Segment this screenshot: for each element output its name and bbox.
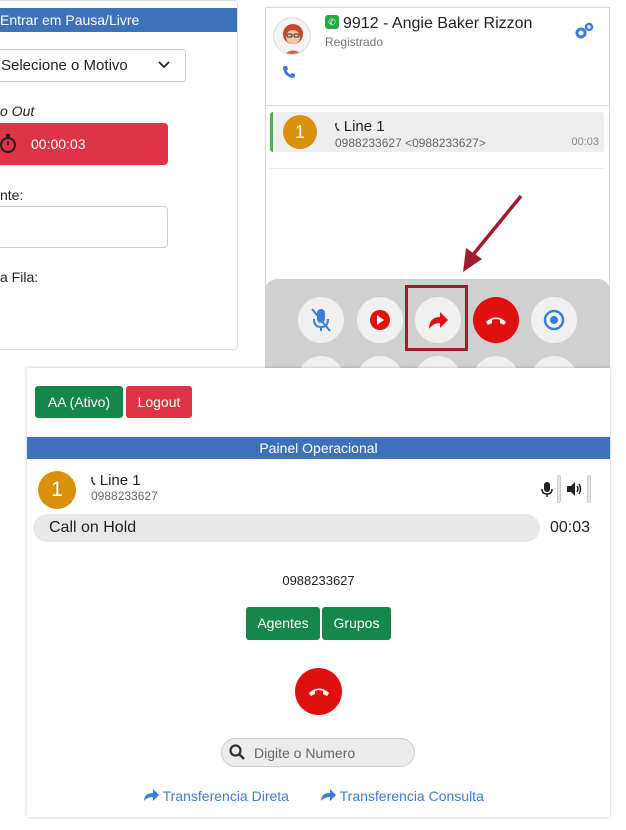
transfer-consult-link[interactable]: Transferencia Consulta: [320, 788, 484, 804]
phone-icon[interactable]: [282, 65, 296, 82]
left-label-3: a Fila:: [0, 269, 39, 285]
mic-level-bar[interactable]: [557, 475, 561, 503]
line-name: 📞︎ Line 1: [91, 472, 141, 489]
mute-mic-icon[interactable]: [298, 297, 344, 343]
play-icon[interactable]: [357, 297, 403, 343]
status-active-button[interactable]: AA (Ativo): [35, 386, 123, 418]
search-box[interactable]: [221, 738, 415, 767]
speaker-level-bar[interactable]: [587, 475, 591, 503]
chevron-down-icon: [157, 50, 171, 92]
hold-time: 00:03: [550, 519, 591, 536]
transfer-direct-link[interactable]: Transferencia Direta: [143, 788, 289, 804]
line-number-badge: 1: [283, 115, 317, 149]
active-line-item[interactable]: 1 📞︎ Line 1 0988233627 <0988233627> 00:0…: [270, 112, 604, 152]
search-input[interactable]: [254, 742, 404, 763]
logout-button[interactable]: Logout: [126, 386, 192, 418]
transfer-direct-text: Transferencia Direta: [162, 788, 289, 804]
share-arrow-icon: [320, 788, 336, 804]
line-name: 📞︎ Line 1: [335, 118, 385, 135]
line-name-text: Line 1: [99, 472, 141, 489]
line-caller: 0988233627 <0988233627>: [335, 136, 486, 150]
speaker-icon[interactable]: [567, 482, 583, 499]
grupos-button[interactable]: Grupos: [322, 607, 391, 640]
whatsapp-icon: ✆: [325, 15, 339, 29]
settings-gear-icon[interactable]: [574, 22, 594, 45]
pause-timer-button[interactable]: 00:00:03: [0, 123, 168, 165]
stopwatch-icon: [0, 123, 18, 180]
phone-icon: 📞︎: [91, 473, 96, 488]
hangup-icon[interactable]: [473, 297, 519, 343]
motivo-select-value: Selecione o Motivo: [1, 57, 128, 74]
motivo-select[interactable]: Selecione o Motivo: [0, 49, 186, 82]
transfer-highlight-box: [405, 285, 468, 351]
left-label-2: nte:: [0, 187, 24, 203]
left-input-box[interactable]: [0, 206, 168, 248]
line-number-badge: 1: [38, 471, 76, 509]
search-icon: [229, 743, 245, 765]
hangup-button[interactable]: [295, 668, 342, 715]
divider: [266, 105, 609, 106]
pause-timer-value: 00:00:03: [31, 136, 86, 152]
divider: [269, 168, 604, 169]
share-arrow-icon: [143, 788, 159, 804]
record-icon[interactable]: [531, 297, 577, 343]
mic-icon[interactable]: [541, 482, 553, 501]
transfer-consult-text: Transferencia Consulta: [339, 788, 484, 804]
line-name-text: Line 1: [343, 118, 385, 135]
operational-panel: AA (Ativo) Logout Painel Operacional 1 📞…: [27, 368, 610, 817]
line-number: 0988233627: [91, 489, 158, 503]
agentes-button[interactable]: Agentes: [246, 607, 320, 640]
pause-header: Entrar em Pausa/Livre: [0, 12, 140, 28]
hold-status-bar: Call on Hold: [33, 514, 540, 542]
pointer-arrow-annotation: [455, 193, 530, 283]
pause-header-bar: Entrar em Pausa/Livre: [0, 8, 237, 32]
painel-title: Painel Operacional: [27, 437, 610, 459]
registration-status: Registrado: [325, 35, 384, 49]
avatar: [273, 17, 311, 55]
softphone-title: 9912 - Angie Baker Rizzon: [343, 15, 533, 32]
out-label: o Out: [0, 103, 35, 119]
phone-icon: 📞︎: [335, 119, 340, 134]
line-time: 00:03: [571, 136, 599, 148]
dial-number: 0988233627: [282, 573, 355, 588]
